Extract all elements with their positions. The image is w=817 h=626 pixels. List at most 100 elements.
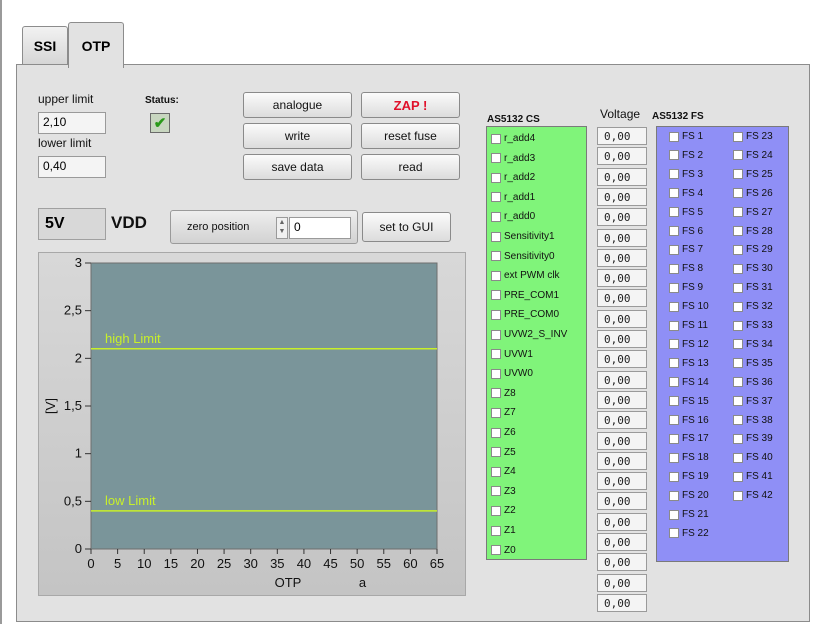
cs-checkbox-item[interactable]: UVW2_S_INV (491, 329, 567, 340)
zap-button[interactable]: ZAP ! (361, 92, 460, 118)
fs-checkbox-item[interactable]: FS 28 (733, 226, 773, 237)
upper-limit-field[interactable]: 2,10 (38, 112, 106, 134)
checkbox[interactable] (491, 407, 501, 418)
cs-checkbox-item[interactable]: Sensitivity1 (491, 231, 555, 242)
fs-checkbox-item[interactable]: FS 38 (733, 415, 773, 426)
cs-checkbox-item[interactable]: ext PWM clk (491, 270, 560, 281)
fs-checkbox-item[interactable]: FS 34 (733, 339, 773, 350)
fs-checkbox-item[interactable]: FS 40 (733, 452, 773, 463)
read-button[interactable]: read (361, 154, 460, 180)
checkbox[interactable] (491, 368, 501, 379)
fs-checkbox-item[interactable]: FS 39 (733, 433, 773, 444)
checkbox[interactable] (669, 169, 679, 180)
checkbox[interactable] (669, 433, 679, 444)
fs-checkbox-item[interactable]: FS 35 (733, 358, 773, 369)
checkbox[interactable] (733, 490, 743, 501)
checkbox[interactable] (491, 486, 501, 497)
checkbox[interactable] (669, 415, 679, 425)
fs-checkbox-item[interactable]: FS 25 (733, 169, 773, 180)
fs-checkbox-item[interactable]: FS 42 (733, 490, 773, 501)
checkbox[interactable] (491, 270, 501, 281)
write-button[interactable]: write (243, 123, 352, 149)
cs-checkbox-item[interactable]: Z8 (491, 388, 516, 399)
fs-checkbox-item[interactable]: FS 24 (733, 150, 773, 161)
checkbox[interactable] (733, 358, 743, 369)
stepper-down-icon[interactable]: ▼ (277, 227, 287, 236)
fs-checkbox-item[interactable]: FS 23 (733, 131, 773, 142)
reset-fuse-button[interactable]: reset fuse (361, 123, 460, 149)
fs-checkbox-item[interactable]: FS 33 (733, 320, 773, 331)
checkbox[interactable] (733, 282, 743, 293)
checkbox[interactable] (491, 153, 501, 164)
checkbox[interactable] (491, 172, 501, 183)
fs-checkbox-item[interactable]: FS 3 (669, 169, 703, 180)
checkbox[interactable] (733, 396, 743, 407)
checkbox[interactable] (491, 133, 501, 144)
checkbox[interactable] (669, 377, 679, 388)
checkbox[interactable] (491, 329, 501, 340)
tab-otp[interactable]: OTP (68, 22, 124, 68)
checkbox[interactable] (669, 339, 679, 350)
checkbox[interactable] (669, 471, 679, 482)
fs-checkbox-item[interactable]: FS 9 (669, 282, 703, 293)
fs-checkbox-item[interactable]: FS 17 (669, 433, 709, 444)
checkbox[interactable] (669, 358, 679, 369)
fs-checkbox-item[interactable]: FS 1 (669, 131, 703, 142)
cs-checkbox-item[interactable]: Z7 (491, 407, 516, 418)
cs-checkbox-item[interactable]: Z3 (491, 486, 516, 497)
checkbox[interactable] (669, 452, 679, 463)
fs-checkbox-item[interactable]: FS 10 (669, 301, 709, 312)
fs-checkbox-item[interactable]: FS 20 (669, 490, 709, 501)
fs-checkbox-item[interactable]: FS 31 (733, 282, 773, 293)
fs-checkbox-item[interactable]: FS 19 (669, 471, 709, 482)
fs-checkbox-item[interactable]: FS 13 (669, 358, 709, 369)
fs-checkbox-item[interactable]: FS 7 (669, 244, 703, 255)
fs-checkbox-item[interactable]: FS 36 (733, 377, 773, 388)
checkbox[interactable] (733, 188, 743, 199)
checkbox[interactable] (733, 226, 743, 236)
cs-checkbox-item[interactable]: UVW0 (491, 368, 533, 379)
checkbox[interactable] (491, 349, 501, 360)
checkbox[interactable] (669, 490, 679, 501)
checkbox[interactable] (491, 505, 501, 516)
checkbox[interactable] (669, 528, 679, 539)
checkbox[interactable] (491, 211, 501, 222)
checkbox[interactable] (491, 466, 501, 477)
checkbox[interactable] (491, 427, 501, 438)
checkbox[interactable] (733, 377, 743, 388)
checkbox[interactable] (733, 301, 743, 312)
fs-checkbox-item[interactable]: FS 8 (669, 263, 703, 274)
checkbox[interactable] (733, 471, 743, 482)
cs-checkbox-item[interactable]: PRE_COM1 (491, 290, 559, 301)
fs-checkbox-item[interactable]: FS 4 (669, 188, 703, 199)
checkbox[interactable] (669, 509, 679, 520)
checkbox[interactable] (669, 244, 679, 255)
checkbox[interactable] (733, 433, 743, 444)
checkbox[interactable] (491, 309, 501, 320)
set-to-gui-button[interactable]: set to GUI (362, 212, 451, 242)
cs-checkbox-item[interactable]: Z6 (491, 427, 516, 438)
fs-checkbox-item[interactable]: FS 41 (733, 471, 773, 482)
cs-checkbox-item[interactable]: Sensitivity0 (491, 251, 555, 262)
fs-checkbox-item[interactable]: FS 14 (669, 377, 709, 388)
checkbox[interactable] (491, 388, 501, 399)
fs-checkbox-item[interactable]: FS 15 (669, 396, 709, 407)
checkbox[interactable] (733, 131, 743, 142)
fs-checkbox-item[interactable]: FS 18 (669, 452, 709, 463)
checkbox[interactable] (733, 339, 743, 350)
fs-checkbox-item[interactable]: FS 5 (669, 207, 703, 218)
checkbox[interactable] (669, 396, 679, 407)
fs-checkbox-item[interactable]: FS 22 (669, 528, 709, 539)
checkbox[interactable] (491, 545, 501, 556)
checkbox[interactable] (733, 150, 743, 161)
fs-checkbox-item[interactable]: FS 12 (669, 339, 709, 350)
fs-checkbox-item[interactable]: FS 26 (733, 188, 773, 199)
fs-checkbox-item[interactable]: FS 2 (669, 150, 703, 161)
cs-checkbox-item[interactable]: Z4 (491, 466, 516, 477)
stepper-up-icon[interactable]: ▲ (277, 218, 287, 227)
checkbox[interactable] (491, 192, 501, 203)
checkbox[interactable] (491, 447, 501, 458)
checkbox[interactable] (669, 282, 679, 293)
checkbox[interactable] (669, 188, 679, 199)
fs-checkbox-item[interactable]: FS 32 (733, 301, 773, 312)
